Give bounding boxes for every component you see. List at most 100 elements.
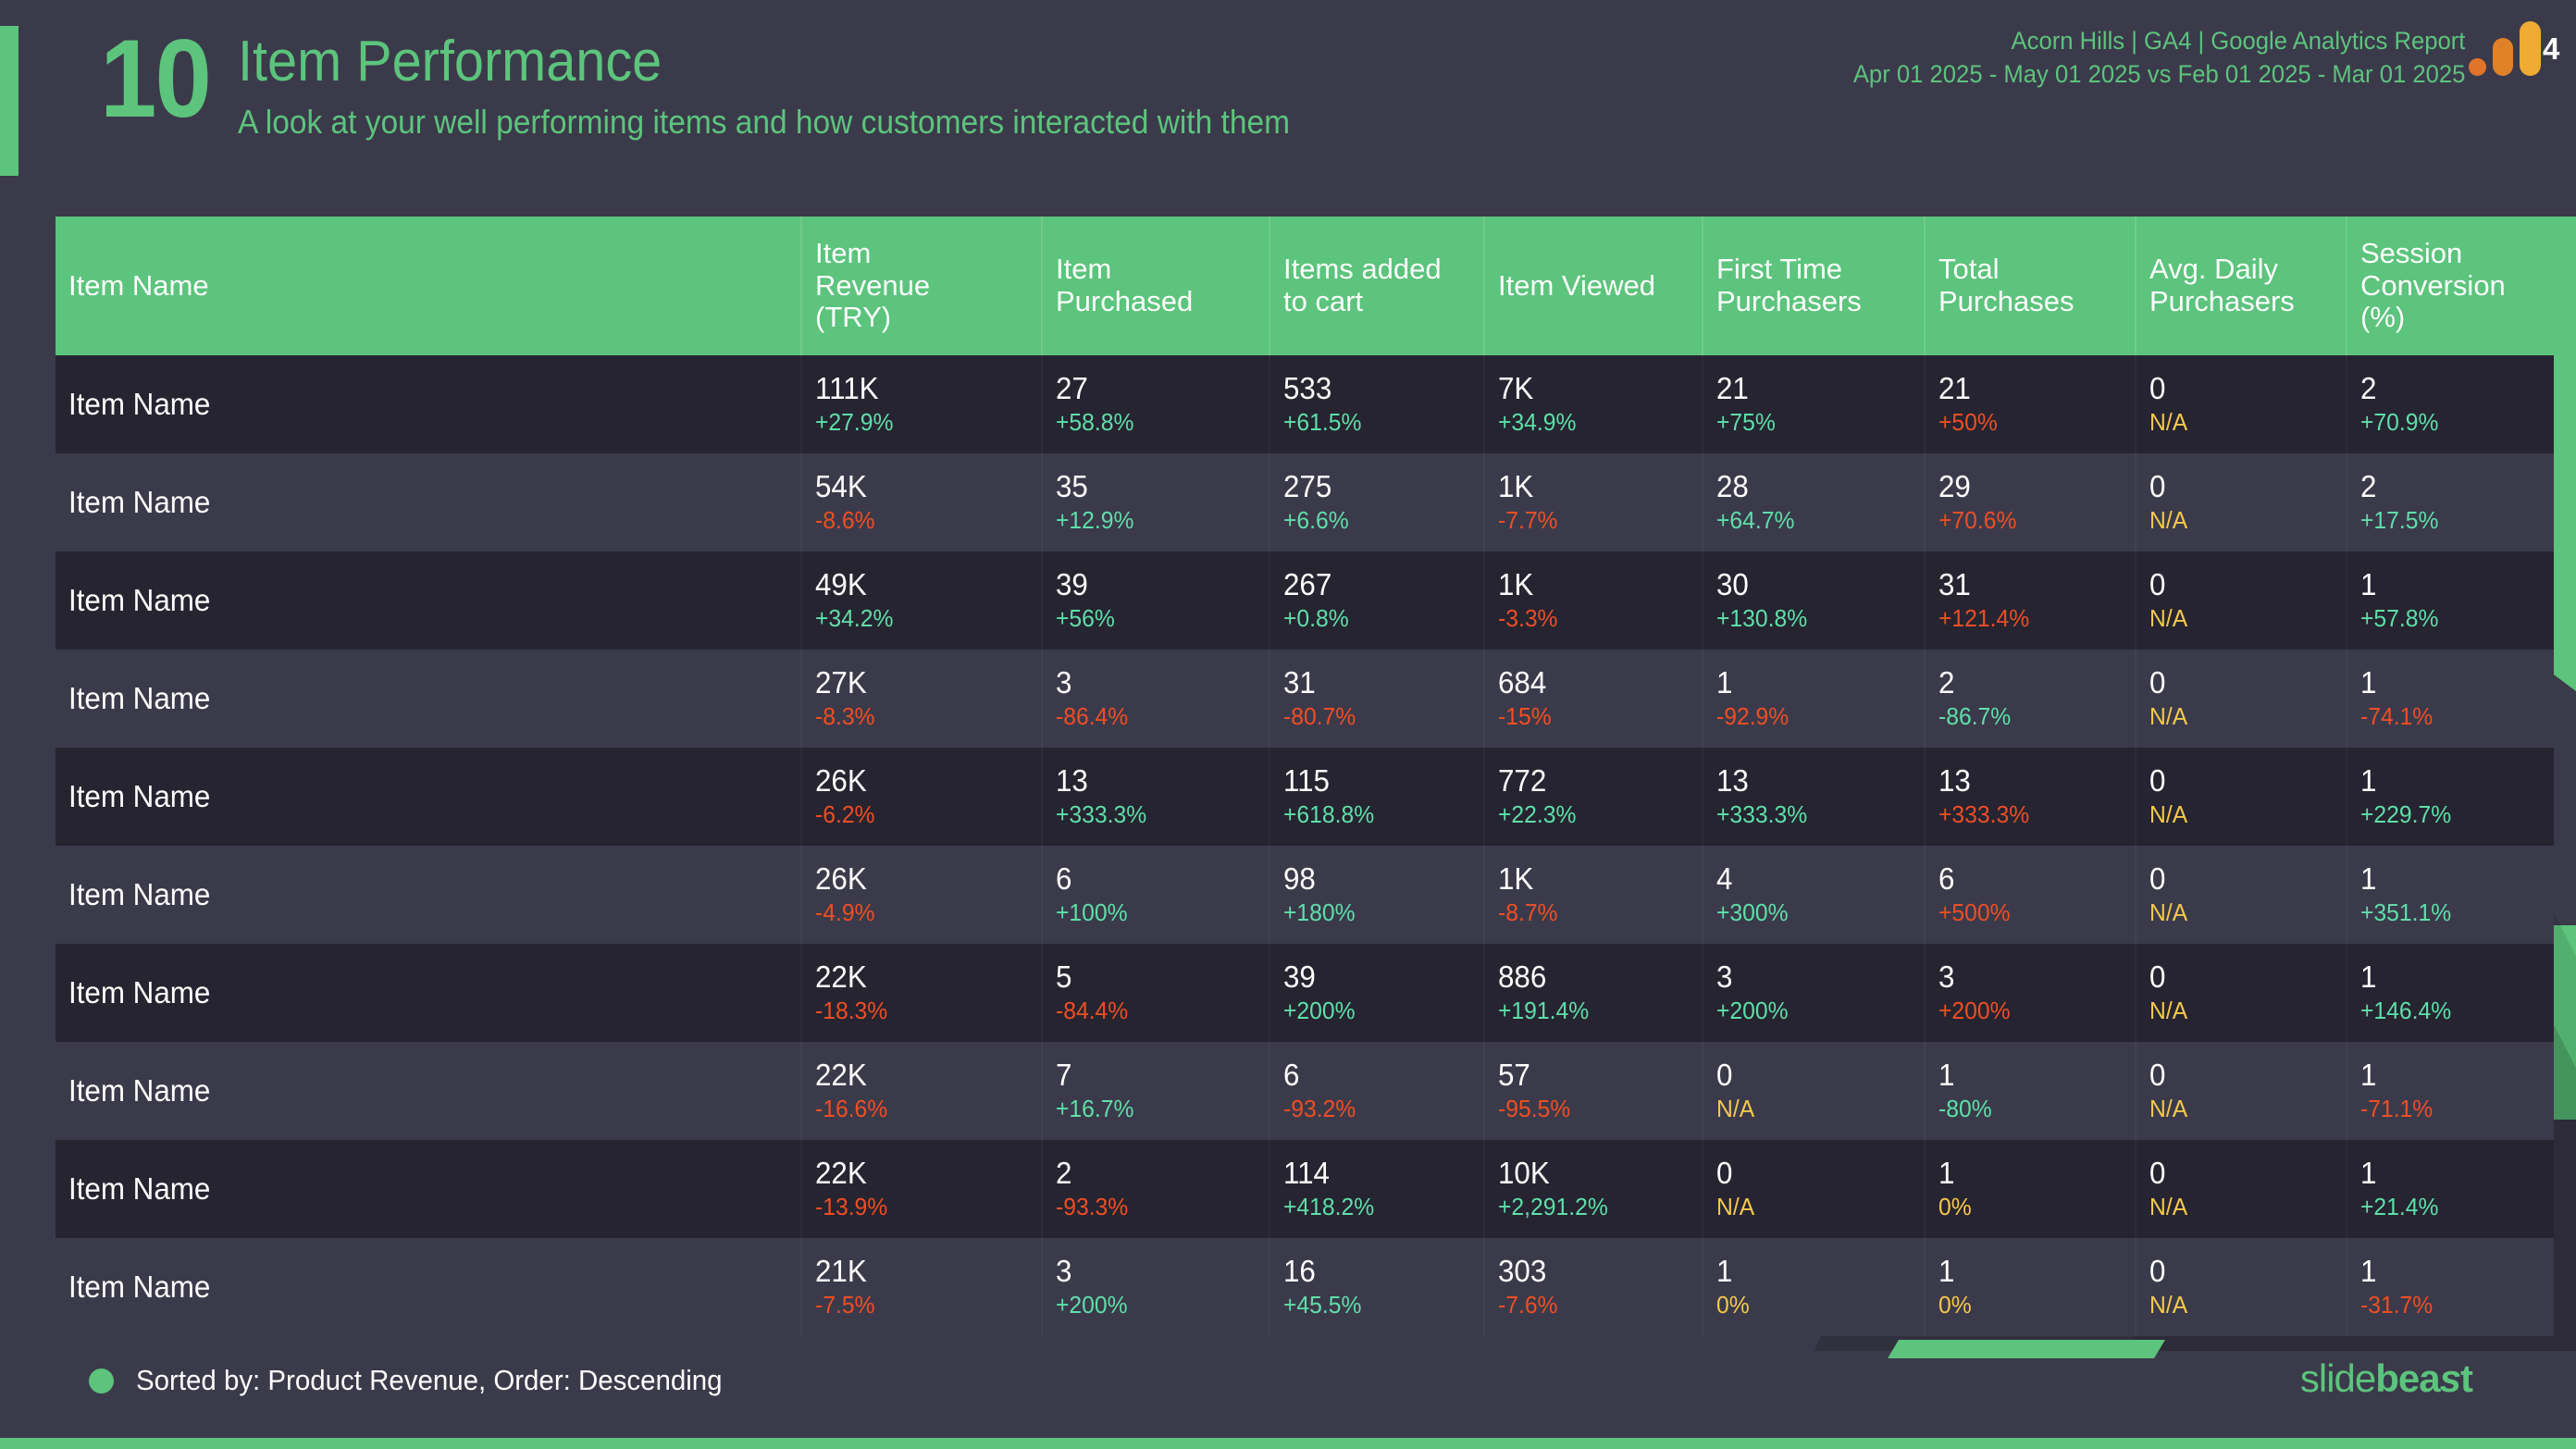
metric-value: 1K [1498,861,1534,897]
metric-delta: -86.4% [1056,701,1129,730]
table-row[interactable]: Item Name 111K +27.9% 27 +58.8% 533 +61.5% 7K +3… [56,355,2554,453]
metric-value: 3 [1056,665,1072,700]
cell-metric: 1 0% [1925,1238,2136,1336]
table-row[interactable]: Item Name 22K -13.9% 2 -93.3% 114 +418.2% 10K +2… [56,1140,2554,1238]
table-row[interactable]: Item Name 21K -7.5% 3 +200% 16 +45.5% 303 -7.6% 1… [56,1238,2554,1336]
metric-delta: -3.3% [1498,603,1558,632]
cell-metric: 0 N/A [2136,650,2347,748]
metric-value: 2 [1056,1156,1072,1191]
brand-part-bolt: s [2439,1356,2461,1400]
cell-metric: 3 +200% [1925,944,2136,1042]
metric-delta: +333.3% [1056,799,1147,828]
page-subtitle: A look at your well performing items and… [238,103,1291,142]
bottom-accent-bar [0,1438,2576,1449]
metric-delta: N/A [2149,701,2188,730]
cell-metric: 303 -7.6% [1484,1238,1703,1336]
cell-metric: 16 +45.5% [1269,1238,1484,1336]
metric-delta: 0% [1938,1192,1972,1220]
metric-value: 1 [2360,665,2377,700]
metric-delta: +130.8% [1716,603,1808,632]
cell-metric: 0 N/A [2136,748,2347,846]
cell-metric: 22K -18.3% [801,944,1042,1042]
table-row[interactable]: Item Name 49K +34.2% 39 +56% 267 +0.8% 1K -3.3% 3… [56,551,2554,650]
table-row[interactable]: Item Name 54K -8.6% 35 +12.9% 275 +6.6% 1K -7.7%… [56,453,2554,551]
sort-note: Sorted by: Product Revenue, Order: Desce… [89,1364,753,1397]
metric-delta: +12.9% [1056,505,1134,534]
metric-value: 684 [1498,665,1547,700]
column-header-line: Purchases [1938,285,2074,317]
metric-delta: N/A [2149,1290,2188,1319]
cell-item-name: Item Name [56,650,801,748]
item-name-label: Item Name [68,1170,211,1206]
metric-value: 3 [1938,960,1955,995]
ga4-logo-icon: 4 [2469,20,2559,76]
table-header-row: Item Name Item Revenue (TRY) Item Purchased It… [56,217,2554,355]
metric-value: 13 [1938,763,1971,799]
table-column-header-7[interactable]: Avg. Daily Purchasers [2136,217,2347,355]
cell-metric: 57 -95.5% [1484,1042,1703,1140]
cell-metric: 7K +34.9% [1484,355,1703,453]
table-row[interactable]: Item Name 26K -6.2% 13 +333.3% 115 +618.8% 772 +… [56,748,2554,846]
metric-delta: +121.4% [1938,603,2030,632]
cell-metric: 2 -86.7% [1925,650,2136,748]
item-name-label: Item Name [68,876,211,911]
column-header-line: Total [1938,253,2000,286]
metric-delta: -4.9% [815,898,875,926]
table-column-header-3[interactable]: Items added to cart [1269,217,1485,355]
cell-metric: 3 +200% [1703,944,1925,1042]
metric-value: 1 [1938,1058,1955,1093]
metric-value: 111K [815,371,879,406]
table-column-header-0[interactable]: Item Name [56,217,802,355]
column-header-line: Item Name [68,268,209,302]
cell-metric: 1 0% [1925,1140,2136,1238]
cell-item-name: Item Name [56,846,801,944]
metric-value: 1 [2360,1058,2377,1093]
metric-value: 533 [1283,371,1332,406]
table-column-header-8[interactable]: Session Conversion (%) [2347,217,2554,355]
metric-value: 0 [1716,1156,1733,1191]
column-header-line: (TRY) [815,301,892,334]
table-row[interactable]: Item Name 27K -8.3% 3 -86.4% 31 -80.7% 684 -15% 1… [56,650,2554,748]
metric-delta: +50% [1938,407,1998,436]
metric-delta: +418.2% [1283,1192,1375,1220]
cell-metric: 27K -8.3% [801,650,1042,748]
cell-metric: 0 N/A [2136,355,2347,453]
header-title-group: Item Performance A look at your well per… [238,26,1369,142]
cell-metric: 54K -8.6% [801,453,1042,551]
metric-delta: -7.6% [1498,1290,1558,1319]
metric-delta: -8.6% [815,505,875,534]
metric-value: 10K [1498,1156,1550,1191]
table-column-header-2[interactable]: Item Purchased [1042,217,1270,355]
brand-part-bea: bea [2375,1356,2440,1400]
cell-metric: 27 +58.8% [1042,355,1269,453]
metric-delta: N/A [2149,898,2188,926]
table-column-header-6[interactable]: Total Purchases [1925,217,2136,355]
metric-delta: N/A [2149,505,2188,534]
table-column-header-4[interactable]: Item Viewed [1484,217,1703,355]
metric-value: 22K [815,960,867,995]
cell-metric: 0 N/A [1703,1042,1925,1140]
metric-value: 57 [1498,1058,1530,1093]
cell-item-name: Item Name [56,748,801,846]
slide-root: 1 0 Item Performance A look at your well … [0,0,2576,1449]
table-row[interactable]: Item Name 26K -4.9% 6 +100% 98 +180% 1K -8.7% 4 +3… [56,846,2554,944]
table-row[interactable]: Item Name 22K -16.6% 7 +16.7% 6 -93.2% 57 -95.5%… [56,1042,2554,1140]
table-row[interactable]: Item Name 22K -18.3% 5 -84.4% 39 +200% 886 +191.… [56,944,2554,1042]
cell-metric: 0 N/A [2136,1238,2347,1336]
cell-metric: 533 +61.5% [1269,355,1484,453]
cell-metric: 1 -92.9% [1703,650,1925,748]
metric-delta: -80% [1938,1094,1992,1122]
metric-delta: +56% [1056,603,1115,632]
ga4-bar-tall [2520,21,2541,76]
cell-metric: 1 +146.4% [2347,944,2554,1042]
cell-metric: 0 N/A [2136,1042,2347,1140]
column-header-line: Purchased [1056,285,1194,317]
metric-delta: +58.8% [1056,407,1134,436]
metric-value: 13 [1716,763,1749,799]
cell-metric: 275 +6.6% [1269,453,1484,551]
table-column-header-1[interactable]: Item Revenue (TRY) [801,217,1043,355]
cell-metric: 1 -74.1% [2347,650,2554,748]
cell-metric: 31 +121.4% [1925,551,2136,650]
metric-value: 22K [815,1058,867,1093]
table-column-header-5[interactable]: First Time Purchasers [1703,217,1926,355]
